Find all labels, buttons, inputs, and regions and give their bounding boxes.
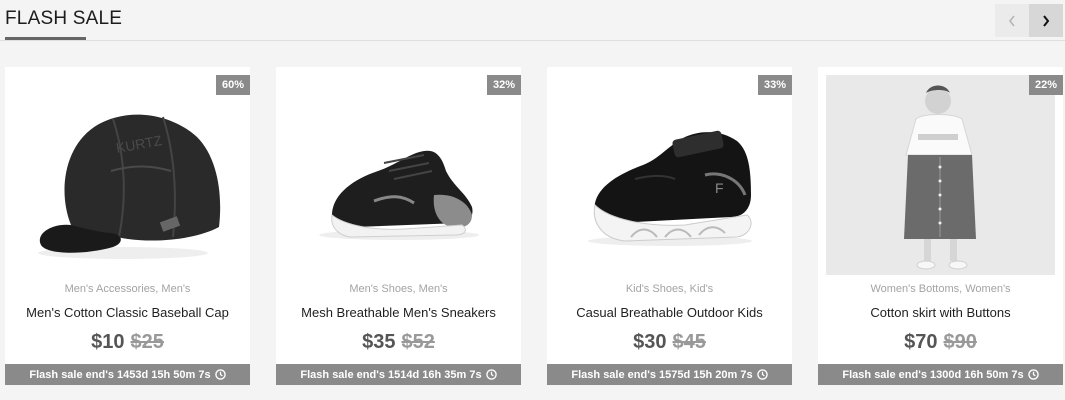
countdown-text: Flash sale end's 1575d 15h 20m 7s: [571, 368, 753, 381]
price-row: $35 $52: [276, 331, 521, 354]
product-name[interactable]: Casual Breathable Outdoor Kids: [547, 305, 792, 320]
product-card[interactable]: 22% Women's Bottoms, Women's Cotton skir…: [818, 67, 1063, 385]
countdown-bar: Flash sale end's 1453d 15h 50m 7s: [5, 364, 250, 385]
countdown-bar: Flash sale end's 1575d 15h 20m 7s: [547, 364, 792, 385]
product-card[interactable]: 32% Men's Shoes, Men's Mesh Breathable M…: [276, 67, 521, 385]
title-underline: [5, 37, 86, 40]
price-row: $10 $25: [5, 331, 250, 354]
clock-icon: [485, 369, 497, 380]
product-category[interactable]: Kid's Shoes, Kid's: [547, 283, 792, 295]
countdown-text: Flash sale end's 1514d 16h 35m 7s: [300, 368, 482, 381]
old-price: $52: [401, 331, 435, 353]
chevron-right-icon: [1043, 14, 1050, 27]
clock-icon: [214, 369, 226, 380]
product-category[interactable]: Men's Accessories, Men's: [5, 283, 250, 295]
price-row: $30 $45: [547, 331, 792, 354]
countdown-bar: Flash sale end's 1300d 16h 50m 7s: [818, 364, 1063, 385]
countdown-text: Flash sale end's 1453d 15h 50m 7s: [29, 368, 211, 381]
clock-icon: [756, 369, 768, 380]
price-row: $70 $90: [818, 331, 1063, 354]
discount-badge: 60%: [215, 75, 250, 95]
product-image[interactable]: F: [555, 75, 784, 275]
woman-in-skirt-image: [826, 75, 1055, 275]
product-category[interactable]: Women's Bottoms, Women's: [818, 283, 1063, 295]
clock-icon: [1027, 369, 1039, 380]
product-card[interactable]: KURTZ 60% Men's Accessories, Men's Men's…: [5, 67, 250, 385]
old-price: $45: [672, 331, 706, 353]
carousel-prev-button[interactable]: [995, 4, 1029, 37]
countdown-bar: Flash sale end's 1514d 16h 35m 7s: [276, 364, 521, 385]
discount-badge: 22%: [1028, 75, 1063, 95]
product-name[interactable]: Men's Cotton Classic Baseball Cap: [5, 305, 250, 320]
product-image[interactable]: [284, 75, 513, 275]
product-name[interactable]: Cotton skirt with Buttons: [818, 305, 1063, 320]
chevron-left-icon: [1008, 15, 1015, 26]
section-title: FLASH SALE: [5, 8, 123, 29]
discount-badge: 33%: [757, 75, 792, 95]
countdown-text: Flash sale end's 1300d 16h 50m 7s: [842, 368, 1024, 381]
discount-badge: 32%: [486, 75, 521, 95]
svg-text:F: F: [715, 180, 724, 196]
product-image[interactable]: KURTZ: [13, 75, 242, 275]
current-price: $35: [362, 331, 396, 353]
product-card[interactable]: F 33% Kid's Shoes, Kid's Casual Breathab…: [547, 67, 792, 385]
kids-shoe-image: F: [588, 130, 752, 246]
product-name[interactable]: Mesh Breathable Men's Sneakers: [276, 305, 521, 320]
current-price: $70: [904, 331, 938, 353]
flash-sale-header: FLASH SALE: [0, 0, 1065, 41]
old-price: $25: [130, 331, 164, 353]
product-category[interactable]: Men's Shoes, Men's: [276, 283, 521, 295]
product-image[interactable]: [826, 75, 1055, 275]
carousel-next-button[interactable]: [1029, 4, 1063, 37]
old-price: $90: [943, 331, 977, 353]
sneaker-image: [319, 150, 479, 240]
current-price: $10: [91, 331, 125, 353]
current-price: $30: [633, 331, 667, 353]
baseball-cap-image: KURTZ: [38, 114, 221, 259]
